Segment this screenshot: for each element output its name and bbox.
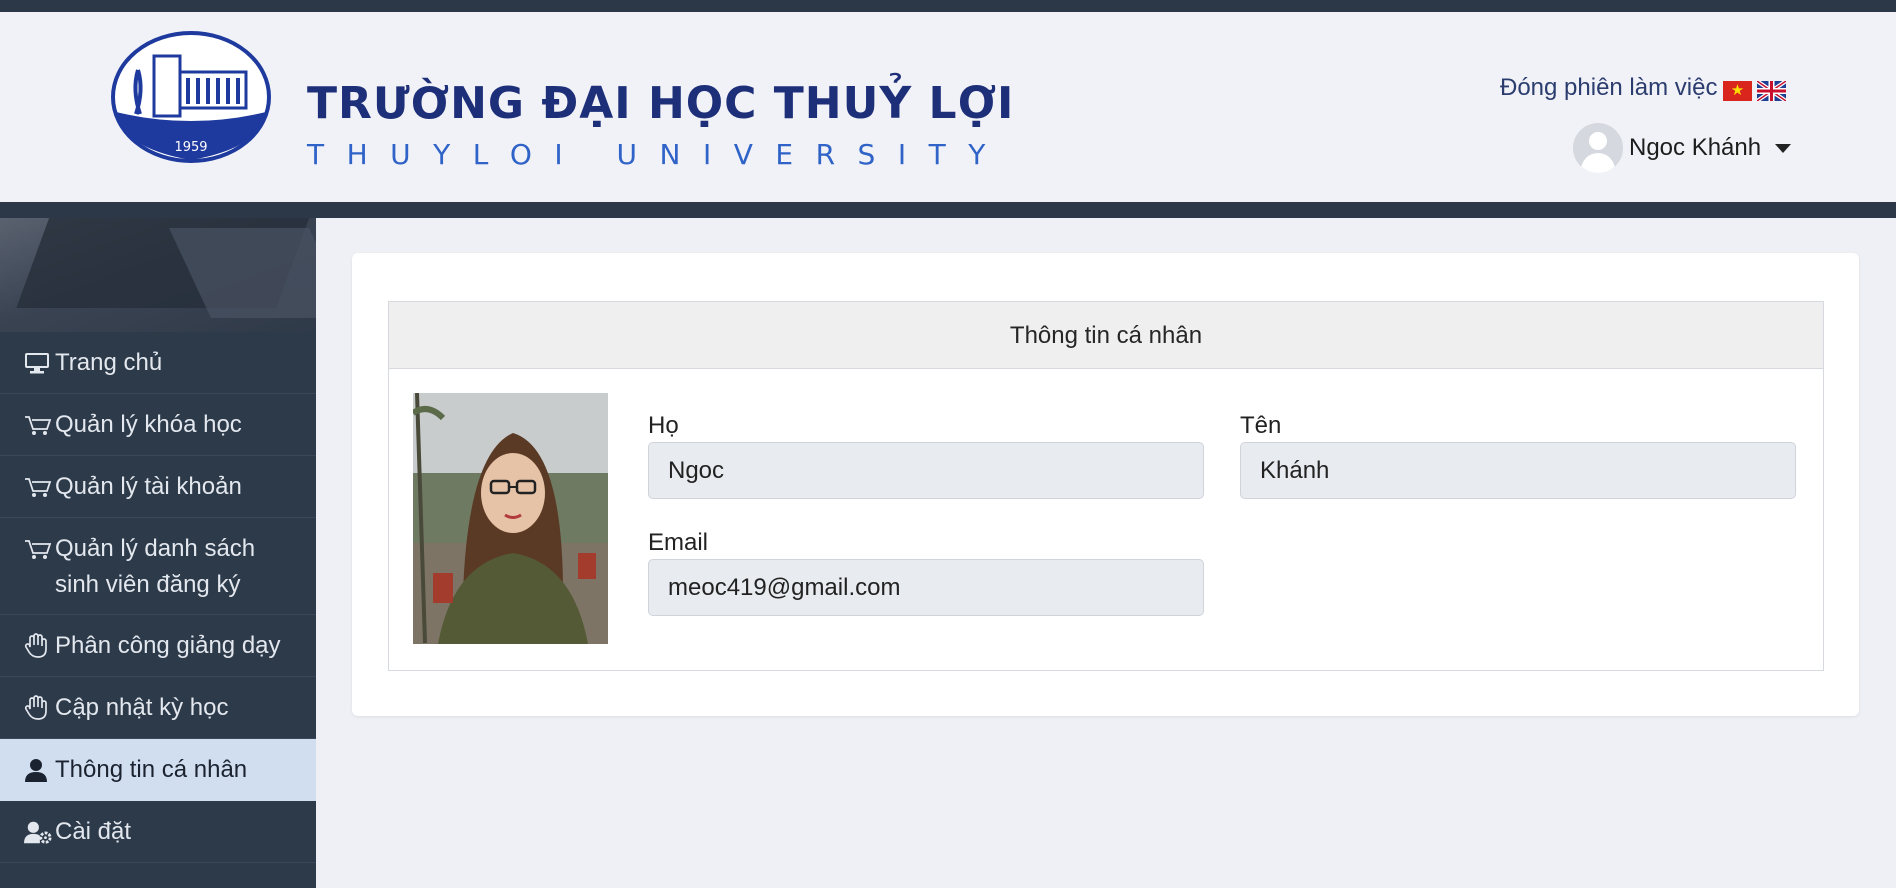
sidebar-item-label: Quản lý tài khoản [55,473,242,500]
sidebar-item-home[interactable]: Trang chủ [0,332,316,394]
sidebar-item-label: Trang chủ [55,349,163,376]
logout-link[interactable]: Đóng phiên làm việc [1500,74,1717,102]
top-strip [0,0,1896,12]
sidebar-item-label: Cài đặt [55,818,132,845]
sidebar-item-label: Cập nhật kỳ học [55,694,229,721]
logo-year: 1959 [174,140,207,155]
sidebar-item-course-management[interactable]: Quản lý khóa học [0,394,316,456]
sidebar-item-registration-list[interactable]: Quản lý danh sách sinh viên đăng ký [0,518,316,615]
hand-icon [24,690,52,726]
flag-uk-icon[interactable] [1757,81,1786,101]
sidebar-item-personal-info[interactable]: Thông tin cá nhân [0,739,316,801]
sidebar-item-label: Quản lý danh sách sinh viên đăng ký [55,535,256,598]
desktop-icon [24,345,52,381]
chevron-down-icon [1775,143,1792,153]
brand-subtitle: THUYLOI UNIVERSITY [307,138,1008,171]
hand-icon [24,628,52,664]
sidebar-item-settings[interactable]: Cài đặt [0,801,316,863]
user-icon [24,752,52,788]
email-label: Email [648,529,709,556]
last-name-field[interactable]: Ngoc [648,442,1204,499]
first-name-field[interactable]: Khánh [1240,442,1796,499]
sidebar-item-label: Phân công giảng dạy [55,632,281,659]
card-title: Thông tin cá nhân [389,302,1823,369]
flag-vietnam-icon[interactable]: ★ [1723,81,1752,101]
sidebar: Trang chủ Quản lý khóa học Quản lý tài k… [0,218,316,888]
sidebar-item-teaching-assignment[interactable]: Phân công giảng dạy [0,615,316,677]
sidebar-item-update-semester[interactable]: Cập nhật kỳ học [0,677,316,739]
university-logo: 1959 [111,31,271,163]
profile-photo [413,393,608,644]
sidebar-menu: Trang chủ Quản lý khóa học Quản lý tài k… [0,332,316,863]
user-menu[interactable]: Ngoc Khánh [1573,122,1792,174]
sidebar-item-label: Quản lý khóa học [55,411,242,438]
cart-icon [24,469,52,505]
user-name: Ngoc Khánh [1629,134,1762,161]
sidebar-item-label: Thông tin cá nhân [55,756,248,783]
cart-icon [24,531,52,567]
sidebar-item-account-management[interactable]: Quản lý tài khoản [0,456,316,518]
brand-title: TRƯỜNG ĐẠI HỌC THUỶ LỢI [307,78,1015,129]
email-field[interactable]: meoc419@gmail.com [648,559,1204,616]
page-header: 1959 TRƯỜNG ĐẠI HỌC THUỶ LỢI THUYLOI UNI… [0,12,1896,202]
avatar [1573,123,1623,173]
profile-card: Thông tin cá nhân Họ Ngoc Tên Khánh Emai… [388,301,1824,671]
sidebar-banner [0,218,316,332]
last-name-label: Họ [648,412,679,439]
user-cog-icon [24,814,52,850]
header-divider-bar [0,202,1896,218]
cart-icon [24,407,52,443]
first-name-label: Tên [1240,412,1282,439]
main-content-panel: Thông tin cá nhân Họ Ngoc Tên Khánh Emai… [352,253,1859,716]
